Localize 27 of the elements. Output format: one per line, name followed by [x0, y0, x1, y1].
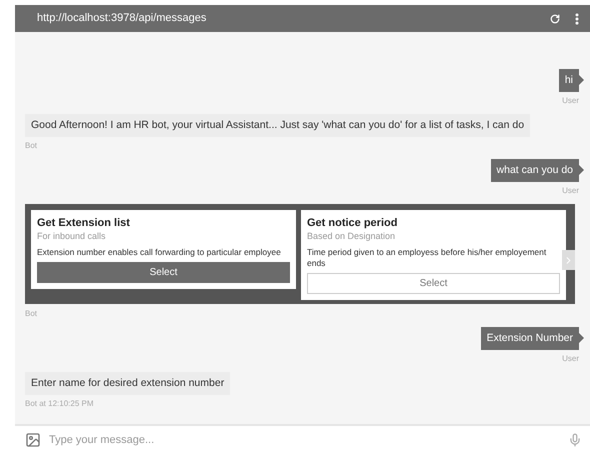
message-input-field[interactable]: Type your message... [15, 424, 590, 454]
sender-label: User [562, 185, 579, 197]
refresh-icon[interactable] [550, 14, 560, 24]
user-message: what can you do [490, 159, 579, 182]
bot-message: Good Afternoon! I am HR bot, your virtual Assistant... Just say 'what can you do' for a list of tasks, I can do [25, 114, 530, 137]
sender-label: Bot [25, 308, 38, 320]
bubble-tail-icon [579, 165, 584, 175]
user-message: hi [558, 69, 579, 92]
card-title: Get notice period [307, 217, 398, 230]
card-title: Get Extension list [37, 217, 131, 230]
sender-label: Bot at 12:10:25 PM [25, 398, 94, 410]
sender-label: User [562, 95, 579, 107]
bubble-tail-icon [579, 333, 584, 343]
card-subtitle: Based on Designation [307, 230, 396, 242]
card-text: Time period given to an employess before his/her employement ends [307, 247, 548, 269]
card-subtitle: For inbound calls [37, 230, 107, 242]
card-text: Extension number enables call forwarding to particular employee [37, 247, 282, 258]
image-icon[interactable] [25, 432, 41, 448]
select-button[interactable]: Select [37, 262, 290, 283]
microphone-icon[interactable] [568, 433, 582, 447]
url-text: http://localhost:3978/api/messages [37, 11, 208, 26]
bot-message: Enter name for desired extension number [25, 372, 230, 395]
sender-label: User [562, 353, 579, 365]
sender-label: Bot [25, 140, 38, 152]
select-button[interactable]: Select [307, 273, 560, 294]
bubble-tail-icon [579, 75, 584, 85]
user-message: Extension Number [480, 327, 579, 350]
